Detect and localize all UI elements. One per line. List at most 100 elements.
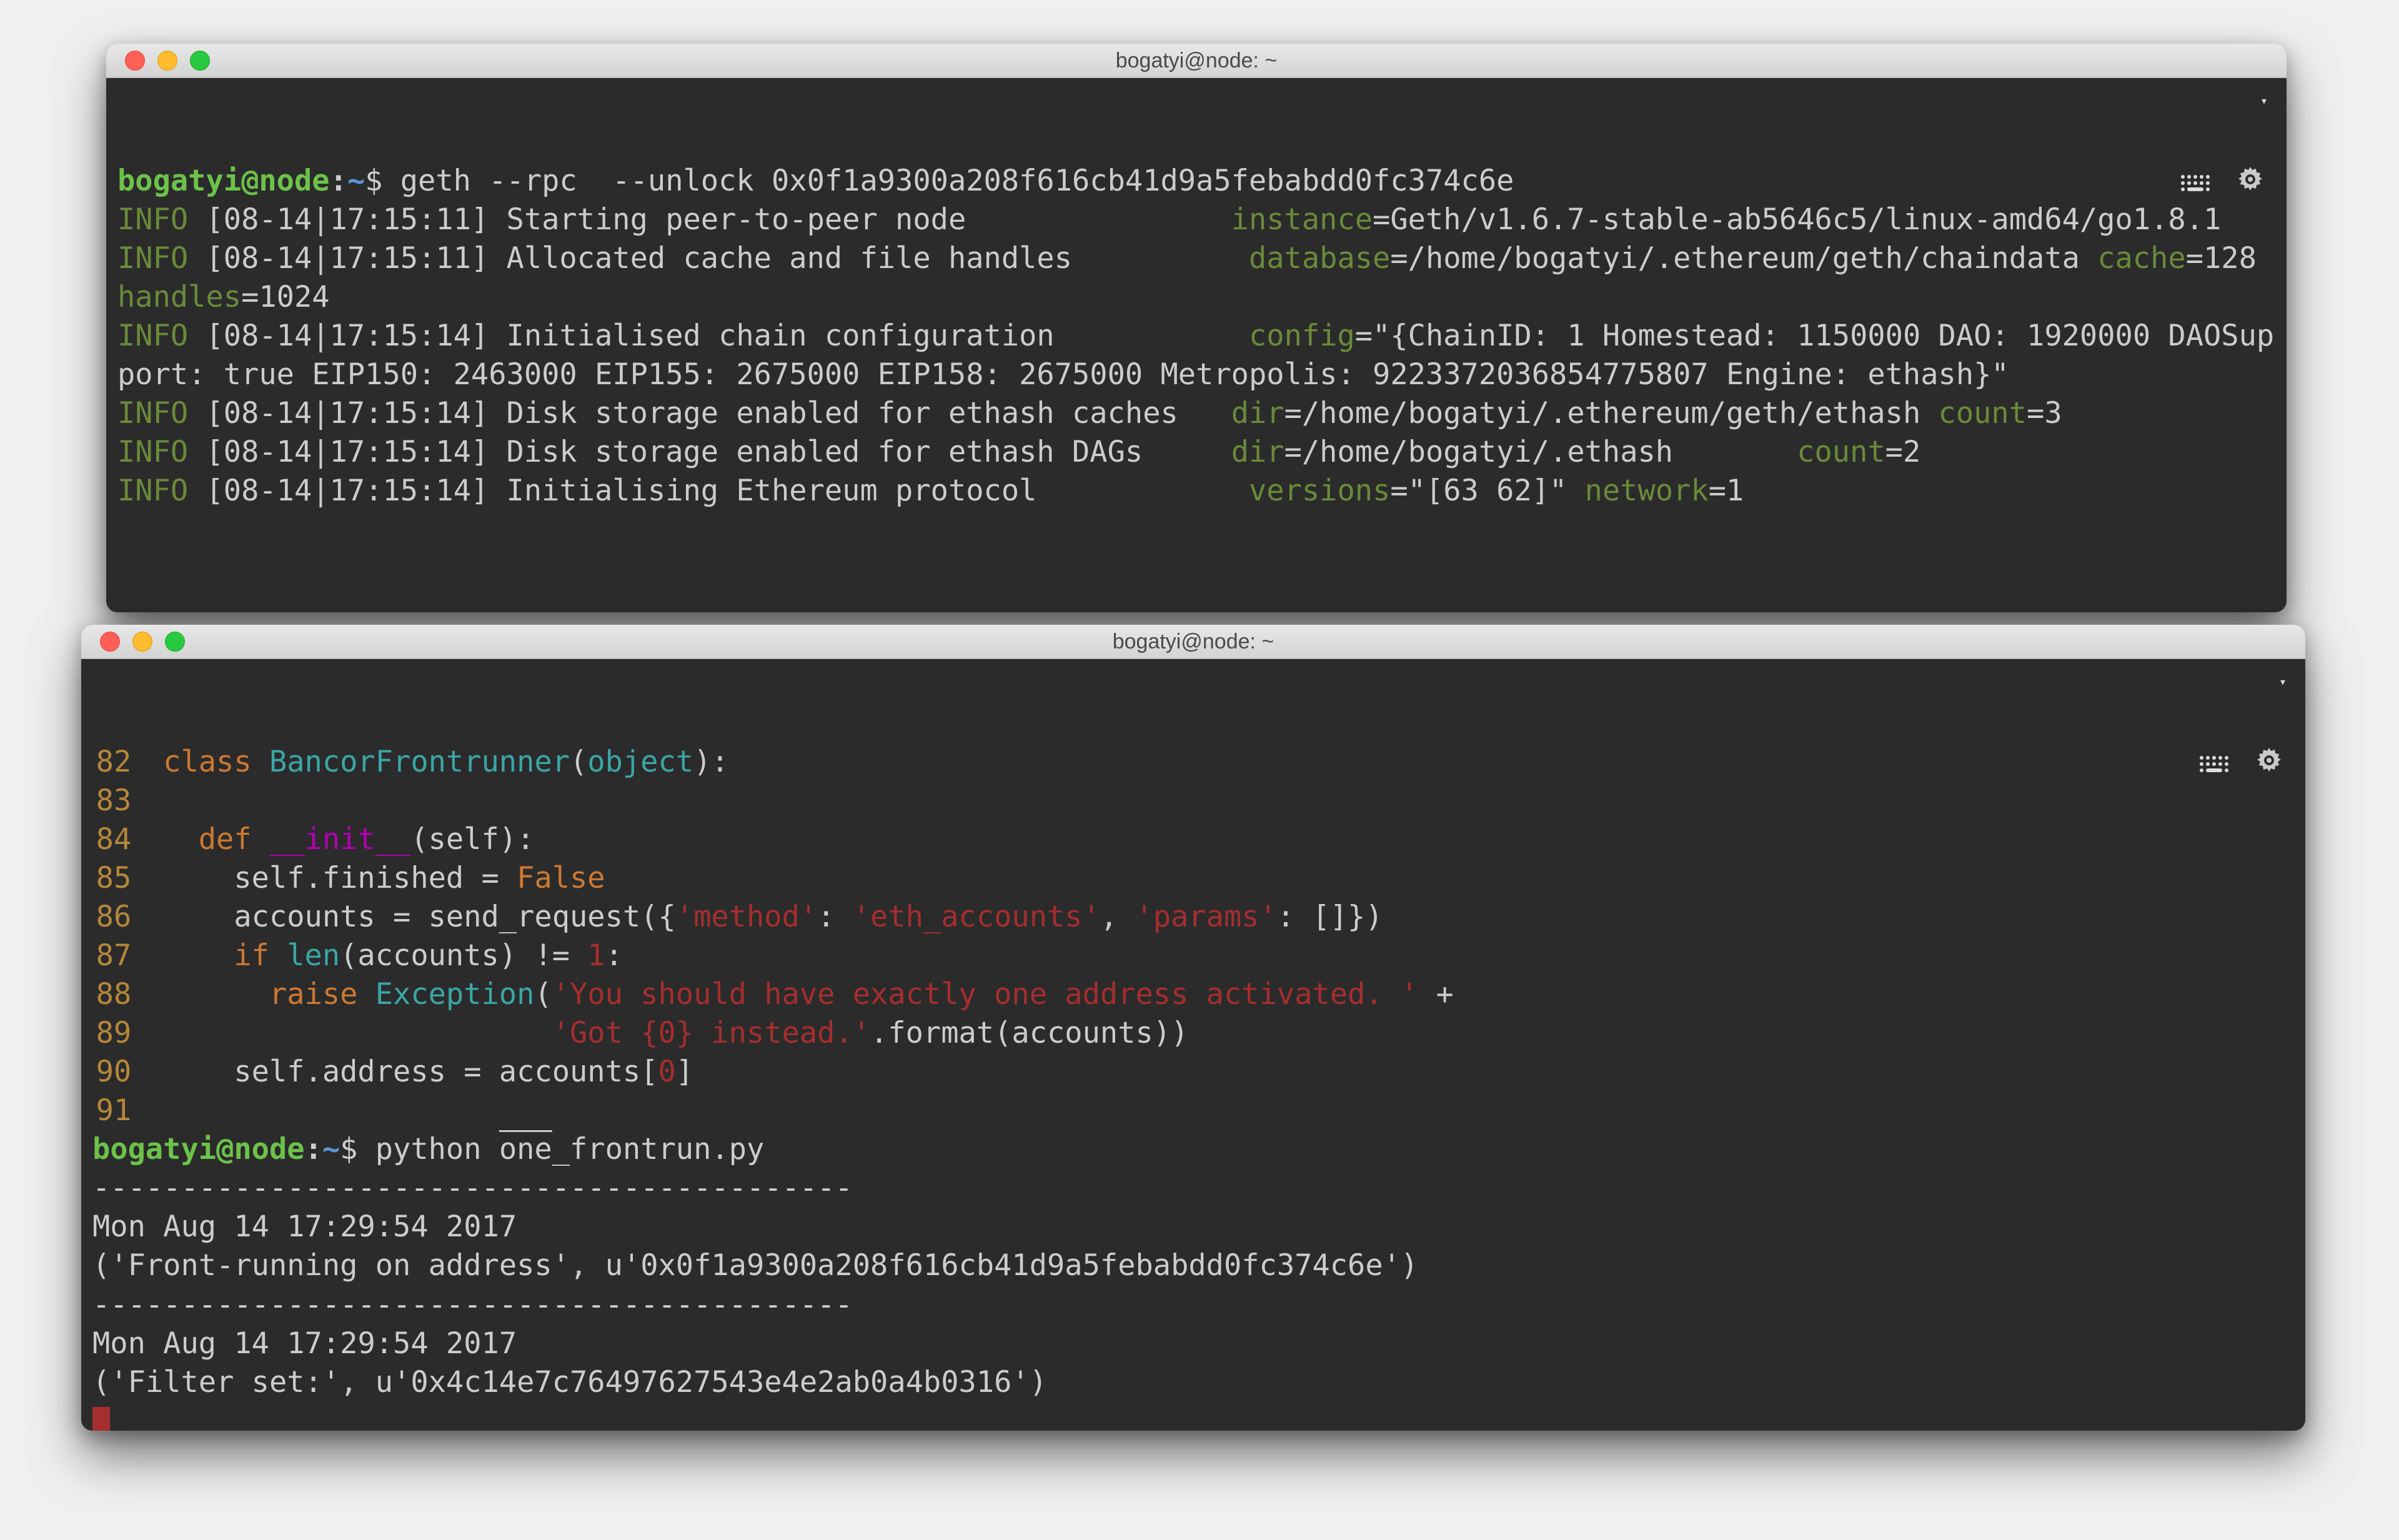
log-val: =3 [2027, 396, 2062, 430]
log-key: count [1939, 396, 2027, 430]
output-line: ('Front-running on address', u'0x0f1a930… [92, 1248, 1418, 1283]
close-icon[interactable] [125, 51, 145, 71]
log-ts: [08-14|17:15:11] [206, 241, 489, 276]
log-key: cache [2097, 241, 2185, 276]
string: 'params' [1136, 900, 1277, 934]
log-msg: Starting peer-to-peer node [507, 202, 966, 237]
number: 1 [587, 938, 605, 973]
fn-name: __init__ [269, 822, 410, 857]
line-number: 90 [92, 1053, 131, 1091]
string: 'method' [676, 900, 817, 934]
log-val: =/home/bogatyi/.ethereum/geth/ethash [1284, 396, 1921, 430]
log-val: =128 [2186, 241, 2257, 276]
log-ts: [08-14|17:15:14] [206, 396, 489, 430]
arg: self [429, 822, 499, 857]
output-line: ('Filter set:', u'0x4c14e7c76497627543e4… [92, 1365, 1047, 1399]
builtin: len [269, 938, 340, 973]
log-key: versions [1249, 474, 1390, 508]
command-text: geth --rpc --unlock 0x0f1a9300a208f616cb… [400, 164, 1514, 198]
zoom-icon[interactable] [190, 51, 210, 71]
keyboard-icon[interactable] [2179, 89, 2212, 112]
terminal-window-python[interactable]: bogatyi@node: ~ ▾ 82 class BancorFrontru… [81, 625, 2305, 1431]
kw-if: if [234, 938, 269, 973]
kw-raise: raise [269, 977, 357, 1011]
cursor-icon [92, 1407, 110, 1431]
log-level: INFO [117, 241, 188, 276]
log-msg: Allocated cache and file handles [507, 241, 1072, 276]
log-key: network [1585, 474, 1709, 508]
output-divider: ----------------------------------------… [92, 1288, 853, 1322]
log-level: INFO [117, 202, 188, 237]
log-val: =/home/bogatyi/.ethereum/geth/chaindata [1390, 241, 2080, 276]
line-number: 91 [92, 1091, 131, 1130]
traffic-lights [100, 632, 185, 652]
log-msg: Disk storage enabled for ethash DAGs [507, 435, 1143, 469]
terminal-body[interactable]: ▾ bogatyi@node:~$ geth --rpc --unlock 0x… [106, 78, 2287, 517]
log-level: INFO [117, 396, 188, 430]
zoom-icon[interactable] [165, 632, 185, 652]
titlebar[interactable]: bogatyi@node: ~ [106, 44, 2287, 78]
code-text: accounts = send_request({ [234, 900, 675, 934]
prompt-sep: : [330, 164, 347, 198]
terminal-toolbar: ▾ [2198, 668, 2287, 695]
minimize-icon[interactable] [132, 632, 152, 652]
log-key: database [1249, 241, 1390, 276]
terminal-window-geth[interactable]: bogatyi@node: ~ ▾ bogatyi@node:~$ geth -… [106, 44, 2287, 612]
log-key: count [1797, 435, 1885, 469]
gear-icon[interactable] [2255, 668, 2283, 695]
line-number: 85 [92, 859, 131, 898]
line-number: 84 [92, 820, 131, 859]
prompt-sym: $ [365, 164, 382, 198]
cmd-cursor-part: one [499, 1132, 552, 1166]
log-ts: [08-14|17:15:14] [206, 319, 489, 353]
prompt-user: bogatyi@node [117, 164, 330, 198]
line-number: 87 [92, 936, 131, 975]
traffic-lights [125, 51, 210, 71]
line-number: 82 [92, 743, 131, 782]
number: 0 [658, 1055, 675, 1089]
bool: False [517, 861, 605, 895]
line-number: 88 [92, 975, 131, 1014]
log-val: =Geth/v1.6.7-stable-ab5646c5/linux-amd64… [1373, 202, 2221, 237]
log-level: INFO [117, 319, 188, 353]
log-val: ="[63 62]" [1390, 474, 1567, 508]
minimize-icon[interactable] [157, 51, 177, 71]
line-number: 83 [92, 782, 131, 820]
log-key: dir [1231, 435, 1284, 469]
terminal-toolbar: ▾ [2179, 87, 2268, 114]
prompt-sym: $ [340, 1132, 357, 1166]
log-val: =1024 [241, 280, 329, 314]
gear-icon[interactable] [2237, 87, 2264, 114]
log-msg: Disk storage enabled for ethash caches [507, 396, 1178, 430]
log-val: =1 [1709, 474, 1744, 508]
keyboard-icon[interactable] [2198, 670, 2230, 693]
log-msg: Initialising Ethereum protocol [507, 474, 1037, 508]
log-key: config [1249, 319, 1355, 353]
output-timestamp: Mon Aug 14 17:29:54 2017 [92, 1326, 517, 1361]
log-ts: [08-14|17:15:14] [206, 474, 489, 508]
log-key: dir [1231, 396, 1284, 430]
prompt-sep: : [305, 1132, 322, 1166]
builtin: Exception [357, 977, 534, 1011]
log-ts: [08-14|17:15:11] [206, 202, 489, 237]
log-level: INFO [117, 435, 188, 469]
close-icon[interactable] [100, 632, 120, 652]
output-timestamp: Mon Aug 14 17:29:54 2017 [92, 1210, 517, 1244]
titlebar[interactable]: bogatyi@node: ~ [81, 625, 2305, 659]
log-msg: Initialised chain configuration [507, 319, 1055, 353]
window-title: bogatyi@node: ~ [106, 49, 2287, 73]
log-key: handles [117, 280, 241, 314]
kw-class: class [163, 745, 251, 779]
line-number: 89 [92, 1014, 131, 1053]
prompt-path: ~ [347, 164, 365, 198]
line-number: 86 [92, 898, 131, 936]
prompt-user: bogatyi@node [92, 1132, 305, 1166]
code-text: self.finished = [234, 861, 517, 895]
output-divider: ----------------------------------------… [92, 1171, 853, 1205]
builtin: object [587, 745, 693, 779]
terminal-body[interactable]: ▾ 82 class BancorFrontrunner(object): 83… [81, 659, 2305, 1431]
class-name: BancorFrontrunner [269, 745, 570, 779]
kw-def: def [199, 822, 252, 857]
string: 'You should have exactly one address act… [552, 977, 1419, 1011]
log-ts: [08-14|17:15:14] [206, 435, 489, 469]
